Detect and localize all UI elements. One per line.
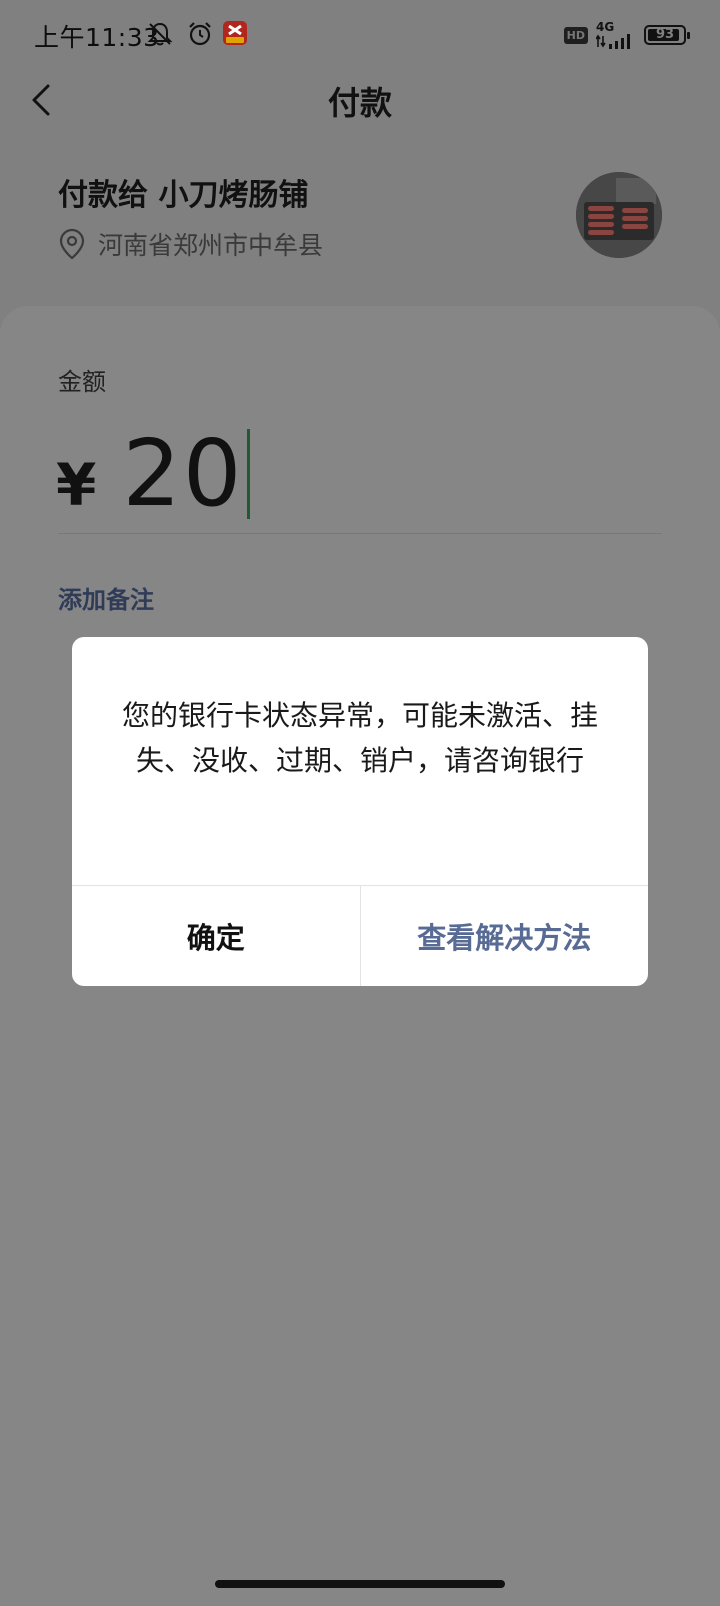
home-indicator[interactable]	[215, 1580, 505, 1588]
amount-value: 20	[122, 420, 244, 527]
currency-symbol: ¥	[56, 451, 97, 519]
status-time: 上午11:33	[34, 23, 160, 52]
status-bar: 上午11:33 HD 4G 93	[0, 0, 720, 70]
location-pin-icon	[59, 228, 85, 260]
text-cursor	[247, 428, 251, 519]
confirm-button[interactable]: 确定	[72, 886, 361, 986]
dialog-message: 您的银行卡状态异常，可能未激活、挂失、没收、过期、销户，请咨询银行	[121, 699, 598, 777]
merchant-avatar	[576, 172, 662, 258]
app-notification-icon	[223, 21, 247, 45]
merchant-avatar-image	[576, 172, 662, 258]
hd-badge: HD	[563, 26, 588, 44]
battery-level: 93	[655, 27, 675, 42]
merchant-address: 河南省郑州市中牟县	[98, 231, 324, 260]
amount-input[interactable]: ¥ 20	[56, 420, 251, 527]
bell-off-icon	[147, 22, 173, 46]
add-remark-link[interactable]: 添加备注	[58, 580, 154, 615]
amount-label: 金额	[58, 368, 106, 396]
status-right-cluster: HD 4G 93	[563, 18, 690, 52]
merchant-address-row: 河南省郑州市中牟县	[58, 226, 323, 262]
battery-icon: 93	[644, 25, 690, 45]
view-solution-button[interactable]: 查看解决方法	[361, 886, 649, 986]
network-type: 4G	[596, 19, 615, 34]
dialog-actions: 确定 查看解决方法	[72, 885, 648, 986]
payee-name: 付款给 小刀烤肠铺	[58, 178, 309, 213]
error-dialog: 您的银行卡状态异常，可能未激活、挂失、没收、过期、销户，请咨询银行 确定 查看解…	[72, 637, 648, 986]
signal-icon	[596, 33, 630, 49]
amount-divider	[58, 533, 662, 534]
alarm-icon	[189, 22, 211, 46]
merchant-info: 付款给 小刀烤肠铺 河南省郑州市中牟县	[58, 170, 323, 262]
network-indicator: 4G	[596, 19, 636, 49]
page-title: 付款	[327, 84, 392, 122]
